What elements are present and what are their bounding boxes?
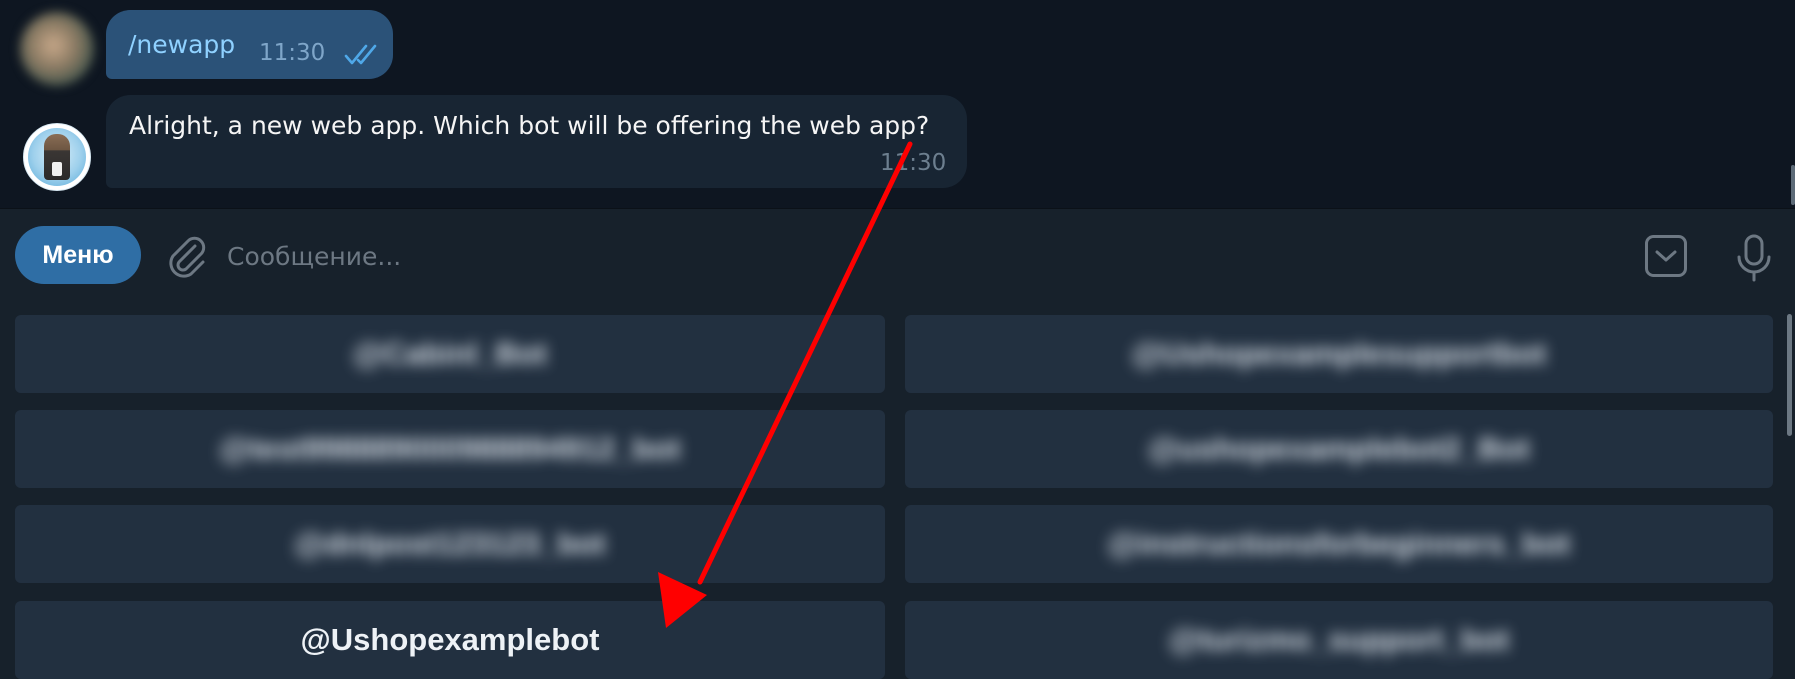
incoming-message[interactable]: Alright, a new web app. Which bot will b… [106,95,967,188]
message-text: Alright, a new web app. Which bot will b… [129,111,930,140]
outgoing-message[interactable]: /newapp 11:30 [106,10,393,79]
keyboard-button-label: @test998889000988894912_bot [219,431,681,466]
bot-avatar[interactable] [23,123,91,191]
keyboard-button-label: @Ushopexamplebot [300,622,600,657]
keyboard-button[interactable]: @dnlpost123123_bot [15,505,885,583]
keyboard-button[interactable]: @ushopexamplebot2_Bot [905,410,1773,488]
message-time: 11:30 [880,150,947,176]
chevron-down-box-icon[interactable] [1644,234,1688,278]
keyboard-button-label: @Ushopexamplesupportbot [1131,336,1547,371]
keyboard-button[interactable]: @turizmo_support_bot [905,601,1773,679]
chat-scrollbar[interactable] [1791,165,1795,205]
microphone-icon[interactable] [1734,233,1774,283]
keyboard-button-label: @turizmo_support_bot [1168,622,1510,657]
keyboard-button[interactable]: @instructionsforbeginners_bot [905,505,1773,583]
read-double-check-icon [344,44,377,65]
message-time: 11:30 [259,40,326,66]
chat-history: /newapp 11:30 Alright, a new web app. Wh… [0,0,1795,208]
user-avatar[interactable] [20,12,94,86]
keyboard-button[interactable]: @test998889000988894912_bot [15,410,885,488]
message-input[interactable] [225,231,1629,281]
menu-button[interactable]: Меню [15,226,141,284]
message-text: /newapp [128,30,236,59]
keyboard-scrollbar[interactable] [1787,314,1792,436]
paperclip-icon[interactable] [165,234,207,278]
bot-reply-keyboard: @Cabinl_Bot @Ushopexamplesupportbot @tes… [0,300,1795,679]
message-input-bar: Меню [0,208,1795,301]
keyboard-button-label: @Cabinl_Bot [353,336,547,371]
avatar-badge [52,162,62,176]
keyboard-button[interactable]: @Cabinl_Bot [15,315,885,393]
keyboard-button-label: @dnlpost123123_bot [294,526,606,561]
keyboard-button-label: @ushopexamplebot2_Bot [1148,431,1530,466]
keyboard-button-ushopexamplebot[interactable]: @Ushopexamplebot [15,601,885,679]
keyboard-button[interactable]: @Ushopexamplesupportbot [905,315,1773,393]
keyboard-button-label: @instructionsforbeginners_bot [1107,526,1571,561]
